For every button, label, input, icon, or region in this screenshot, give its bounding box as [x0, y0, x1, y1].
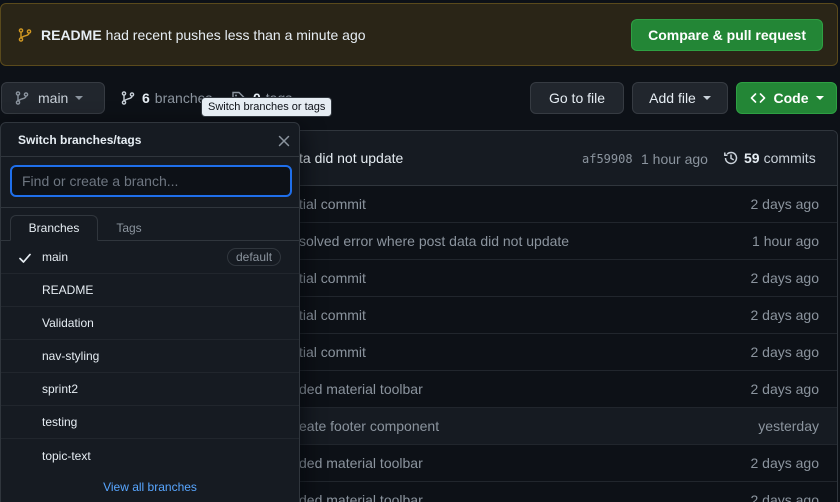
file-commit-time: 2 days ago: [750, 492, 820, 502]
latest-commit-message[interactable]: ta did not update: [299, 150, 403, 166]
branch-item-main[interactable]: main default: [1, 241, 299, 274]
git-branch-icon: [18, 27, 32, 42]
commits-link[interactable]: 59 commits: [723, 150, 816, 166]
file-commit-time: 1 hour ago: [752, 233, 819, 249]
branch-name: topic-text: [42, 448, 91, 463]
commits-label: commits: [763, 150, 816, 166]
branch-name: Validation: [42, 316, 94, 330]
file-commit-message[interactable]: eate footer component: [299, 418, 439, 434]
code-icon: [750, 93, 765, 103]
default-badge: default: [227, 248, 282, 266]
file-commit-message[interactable]: ded material toolbar: [299, 381, 423, 397]
go-to-file-button[interactable]: Go to file: [530, 82, 624, 114]
dropdown-title: Switch branches/tags: [18, 133, 142, 147]
branch-switcher-dropdown: Switch branches/tags Branches Tags main …: [0, 122, 300, 502]
branch-item-testing[interactable]: testing: [1, 406, 299, 439]
branch-search-input[interactable]: [10, 165, 292, 197]
file-commit-time: 2 days ago: [750, 381, 820, 397]
code-button[interactable]: Code: [736, 82, 837, 114]
git-branch-icon: [121, 91, 135, 105]
branch-item-readme[interactable]: README: [1, 274, 299, 307]
branch-name: nav-styling: [42, 349, 100, 363]
branches-link[interactable]: 6 branches: [120, 90, 212, 106]
code-label: Code: [773, 90, 809, 106]
file-commit-time: yesterday: [758, 418, 819, 434]
banner-branch-name[interactable]: README: [41, 27, 102, 43]
add-file-button[interactable]: Add file: [632, 82, 728, 114]
chevron-down-icon: [75, 96, 84, 100]
branch-selector-button[interactable]: main: [1, 82, 105, 114]
history-icon: [724, 151, 738, 165]
branch-item-sprint2[interactable]: sprint2: [1, 373, 299, 406]
file-commit-message[interactable]: ded material toolbar: [299, 492, 423, 502]
branch-item-topic-text[interactable]: topic-text: [1, 439, 299, 472]
chevron-down-icon: [815, 96, 824, 100]
divider: [1, 156, 299, 157]
view-all-branches-link[interactable]: View all branches: [1, 480, 299, 494]
tab-tags[interactable]: Tags: [98, 215, 160, 241]
recent-push-banner: README had recent pushes less than a min…: [0, 3, 838, 66]
tab-branches[interactable]: Branches: [10, 215, 98, 241]
file-commit-message[interactable]: solved error where post data did not upd…: [299, 233, 569, 249]
file-commit-time: 2 days ago: [750, 270, 820, 286]
compare-pull-request-button[interactable]: Compare & pull request: [631, 18, 823, 51]
switch-branches-tooltip: Switch branches or tags: [201, 97, 333, 117]
file-commit-message[interactable]: tial commit: [299, 270, 366, 286]
dropdown-tabs: Branches Tags: [1, 215, 299, 241]
branches-count: 6: [142, 90, 150, 106]
branch-selector-label: main: [38, 90, 69, 106]
branch-name: sprint2: [42, 382, 79, 396]
divider: [1, 207, 299, 208]
file-commit-time: 2 days ago: [750, 344, 820, 360]
chevron-down-icon: [702, 96, 711, 100]
close-icon[interactable]: [277, 134, 291, 148]
commit-sha[interactable]: af59908: [582, 152, 633, 166]
banner-text: README had recent pushes less than a min…: [41, 27, 366, 43]
file-commit-time: 2 days ago: [750, 307, 820, 323]
file-commit-time: 2 days ago: [750, 196, 820, 212]
git-branch-icon: [15, 91, 29, 105]
file-commit-message[interactable]: tial commit: [299, 196, 366, 212]
commit-time: 1 hour ago: [641, 151, 708, 167]
branch-name: testing: [42, 415, 78, 429]
file-commit-message[interactable]: tial commit: [299, 307, 366, 323]
banner-message: had recent pushes less than a minute ago: [105, 26, 366, 43]
file-commit-message[interactable]: tial commit: [299, 344, 366, 360]
branch-item-validation[interactable]: Validation: [1, 307, 299, 340]
file-commit-message[interactable]: ded material toolbar: [299, 455, 423, 471]
check-icon: [19, 253, 31, 263]
branch-name: main: [42, 250, 69, 264]
add-file-label: Add file: [649, 90, 696, 106]
commits-count: 59: [744, 150, 760, 166]
file-commit-time: 2 days ago: [750, 455, 820, 471]
branch-item-nav-styling[interactable]: nav-styling: [1, 340, 299, 373]
branch-name: README: [42, 283, 94, 297]
